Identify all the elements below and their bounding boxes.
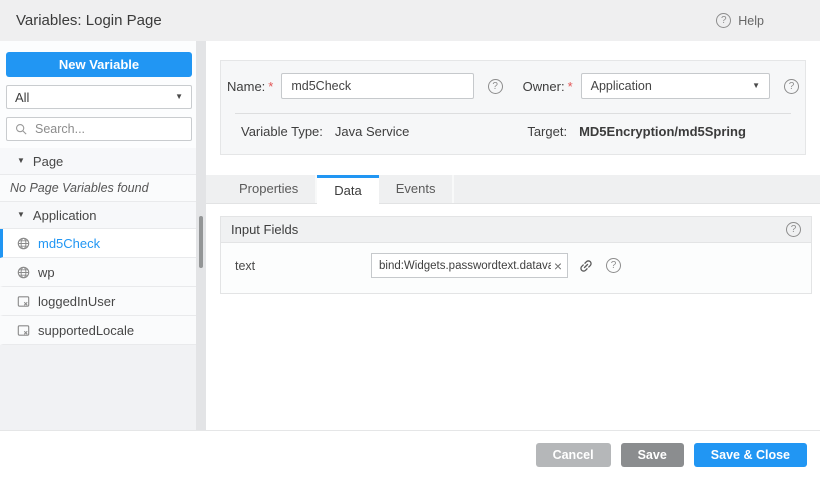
help-button[interactable]: ? Help [716, 13, 764, 28]
detail-tabs: Properties Data Events [206, 175, 820, 204]
variable-summary-box: Name: * ? Owner: * Application ▼ ? Varia… [220, 60, 806, 155]
input-fields-help-icon[interactable]: ? [786, 222, 801, 237]
tab-properties[interactable]: Properties [222, 175, 317, 203]
filter-selected-value: All [15, 90, 29, 105]
owner-selected-value: Application [591, 79, 652, 93]
tree-item-label: md5Check [38, 236, 100, 251]
name-input[interactable] [281, 73, 473, 99]
page-title: Variables: Login Page [16, 12, 162, 29]
variable-search[interactable] [6, 117, 192, 141]
search-icon [15, 123, 27, 135]
target-value: MD5Encryption/md5Spring [579, 124, 746, 139]
owner-select[interactable]: Application ▼ [581, 73, 770, 99]
bind-link-icon[interactable] [578, 258, 594, 274]
chevron-down-icon: ▼ [752, 82, 760, 90]
input-field-row-text: text bind:Widgets.passwordtext.datavalue… [231, 253, 801, 278]
chevron-down-icon: ▼ [175, 93, 183, 101]
bind-expression-input[interactable]: bind:Widgets.passwordtext.datavalue × [371, 253, 568, 278]
name-help-icon[interactable]: ? [488, 79, 503, 94]
tab-data[interactable]: Data [317, 175, 378, 204]
java-service-icon [17, 237, 30, 250]
dialog-footer: Cancel Save Save & Close [0, 430, 820, 488]
variables-tree: ▼ Page No Page Variables found ▼ Applica… [0, 148, 196, 430]
app-variable-icon [17, 324, 30, 337]
help-icon: ? [716, 13, 731, 28]
variables-dialog: Variables: Login Page ? Help New Variabl… [0, 0, 820, 488]
owner-label: Owner: [523, 79, 565, 94]
input-fields-body: text bind:Widgets.passwordtext.datavalue… [221, 243, 811, 293]
app-variable-icon [17, 295, 30, 308]
sidebar-scrollbar-track[interactable] [196, 41, 206, 430]
form-divider [235, 113, 791, 114]
tree-group-application[interactable]: ▼ Application [0, 202, 196, 229]
variable-type-value: Java Service [335, 124, 409, 139]
java-service-icon [17, 266, 30, 279]
variables-sidebar: New Variable All ▼ ▼ Page No Page Variab… [0, 41, 196, 430]
tab-events[interactable]: Events [379, 175, 455, 203]
name-label: Name: [227, 79, 265, 94]
field-name-label: text [231, 259, 371, 273]
input-fields-section: Input Fields ? text bind:Widgets.passwor… [220, 216, 812, 294]
input-fields-header: Input Fields ? [221, 217, 811, 243]
tree-item-loggedinuser[interactable]: loggedInUser [0, 287, 196, 316]
help-label: Help [738, 14, 764, 28]
owner-help-icon[interactable]: ? [784, 79, 799, 94]
clear-binding-icon[interactable]: × [551, 259, 562, 273]
variable-type-label: Variable Type: [241, 124, 323, 139]
tree-item-supportedlocale[interactable]: supportedLocale [0, 316, 196, 345]
tree-item-label: wp [38, 265, 55, 280]
save-and-close-button[interactable]: Save & Close [694, 443, 807, 467]
tree-group-page[interactable]: ▼ Page [0, 148, 196, 175]
name-owner-row: Name: * ? Owner: * Application ▼ ? [227, 73, 799, 99]
tree-item-label: loggedInUser [38, 294, 115, 309]
field-help-icon[interactable]: ? [606, 258, 621, 273]
variable-filter-select[interactable]: All ▼ [6, 85, 192, 109]
dialog-header: Variables: Login Page ? Help [0, 0, 820, 41]
tree-item-wp[interactable]: wp [0, 258, 196, 287]
required-marker: * [268, 79, 273, 94]
cancel-button[interactable]: Cancel [536, 443, 611, 467]
new-variable-button[interactable]: New Variable [6, 52, 192, 77]
tree-group-label: Page [33, 154, 63, 169]
tree-item-md5check[interactable]: md5Check [0, 229, 196, 258]
bind-expression-value: bind:Widgets.passwordtext.datavalue [379, 260, 551, 272]
input-fields-title: Input Fields [231, 222, 298, 237]
tree-item-label: supportedLocale [38, 323, 134, 338]
tree-group-label: Application [33, 208, 97, 223]
type-target-row: Variable Type: Java Service Target: MD5E… [241, 124, 785, 139]
tree-collapse-icon: ▼ [17, 211, 25, 219]
sidebar-scrollbar-thumb[interactable] [199, 216, 203, 268]
tree-collapse-icon: ▼ [17, 157, 25, 165]
save-button[interactable]: Save [621, 443, 684, 467]
target-label: Target: [527, 124, 567, 139]
empty-page-variables-note: No Page Variables found [0, 175, 196, 202]
required-marker: * [568, 79, 573, 94]
search-input[interactable] [33, 121, 183, 137]
variable-detail-panel: Name: * ? Owner: * Application ▼ ? Varia… [206, 41, 820, 430]
